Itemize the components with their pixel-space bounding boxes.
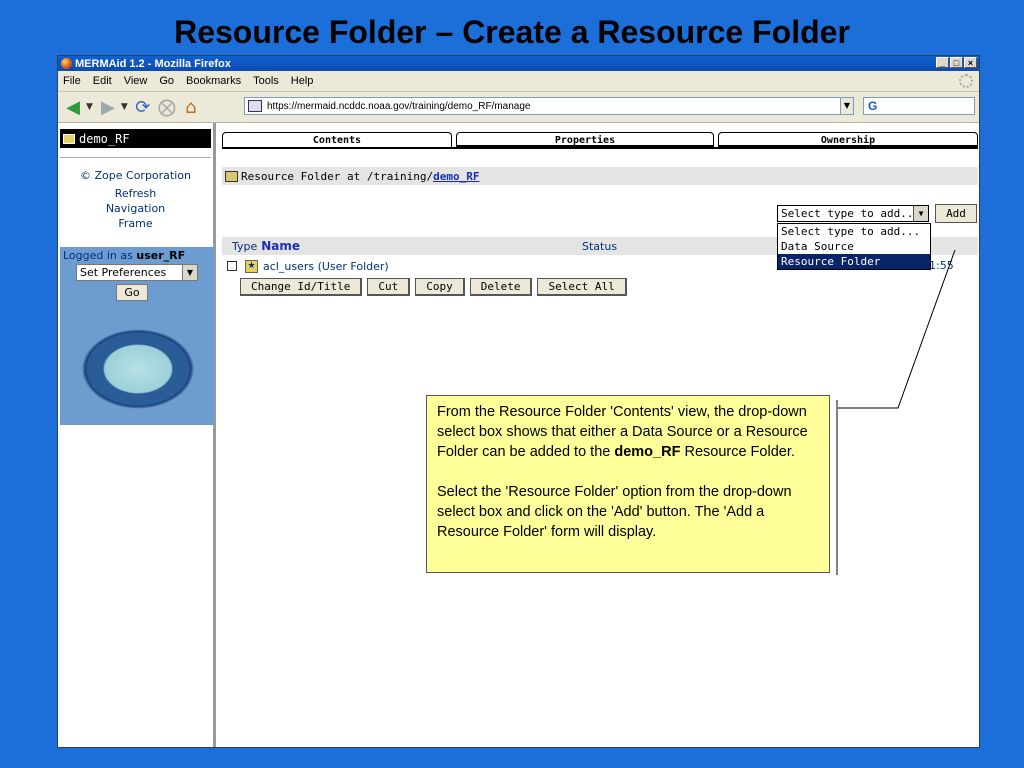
- refresh-line-2: Navigation: [105, 202, 166, 215]
- home-button[interactable]: ⌂: [180, 96, 202, 118]
- forward-dropdown-icon[interactable]: ▼: [121, 102, 128, 112]
- menu-bookmarks[interactable]: Bookmarks: [186, 75, 241, 87]
- back-dropdown-icon[interactable]: ▼: [86, 102, 93, 112]
- window-controls: _ □ ×: [936, 57, 977, 68]
- reload-icon: ⟳: [135, 96, 151, 118]
- preferences-select-value: Set Preferences: [80, 266, 167, 279]
- tab-underline: [222, 147, 978, 149]
- stop-button[interactable]: ⨂: [156, 96, 178, 118]
- refresh-line-1: Refresh: [114, 187, 157, 200]
- tab-bar: Contents Properties Ownership: [222, 132, 978, 148]
- callout-paragraph-1: From the Resource Folder 'Contents' view…: [437, 402, 819, 462]
- back-button[interactable]: ◀: [62, 96, 84, 118]
- callout-paragraph-2: Select the 'Resource Folder' option from…: [437, 484, 792, 540]
- menu-go[interactable]: Go: [159, 75, 174, 87]
- url-text: https://mermaid.ncddc.noaa.gov/training/…: [267, 100, 531, 112]
- left-navigation-frame: demo_RF © Zope Corporation Refresh Navig…: [58, 123, 216, 747]
- user-folder-icon: ★: [245, 259, 258, 273]
- action-buttons: Change Id/Title Cut Copy Delete Select A…: [240, 278, 627, 296]
- option-resource-folder[interactable]: Resource Folder: [778, 254, 930, 269]
- tab-properties[interactable]: Properties: [456, 132, 714, 148]
- select-all-button[interactable]: Select All: [537, 278, 627, 296]
- window-title: MERMAid 1.2 - Mozilla Firefox: [75, 57, 231, 70]
- folder-link[interactable]: demo_RF: [433, 170, 479, 183]
- close-button[interactable]: ×: [964, 57, 977, 68]
- left-folder-name: demo_RF: [79, 131, 130, 146]
- throbber-icon: [959, 74, 973, 88]
- folder-header-prefix: Resource Folder at: [241, 169, 361, 183]
- home-icon: ⌂: [185, 96, 197, 118]
- reload-button[interactable]: ⟳: [132, 96, 154, 118]
- tab-contents[interactable]: Contents: [222, 132, 452, 148]
- back-arrow-icon: ◀: [66, 96, 80, 118]
- url-bar[interactable]: https://mermaid.ncddc.noaa.gov/training/…: [244, 97, 854, 115]
- add-button[interactable]: Add: [935, 204, 977, 223]
- row-checkbox[interactable]: [227, 261, 237, 271]
- option-select-type[interactable]: Select type to add...: [778, 224, 930, 239]
- page-icon: [248, 100, 262, 112]
- preferences-select[interactable]: Set Preferences ▼: [76, 264, 198, 281]
- row-date: 1:55: [929, 259, 954, 272]
- maximize-button[interactable]: □: [950, 57, 963, 68]
- ncddc-seal-logo: [76, 325, 200, 413]
- delete-button[interactable]: Delete: [469, 278, 533, 296]
- menu-view[interactable]: View: [124, 75, 148, 87]
- callout-box: From the Resource Folder 'Contents' view…: [426, 395, 830, 573]
- type-dropdown-list: Select type to add... Data Source Resour…: [777, 223, 931, 270]
- folder-icon: [63, 133, 75, 144]
- chevron-down-icon: ▼: [182, 265, 197, 280]
- divider: [60, 157, 211, 158]
- logged-in-user: user_RF: [136, 249, 186, 262]
- stop-icon: ⨂: [157, 96, 176, 118]
- navigation-toolbar: ◀ ▼ ▶ ▼ ⟳ ⨂ ⌂ https://mermaid.ncddc.noaa…: [58, 92, 979, 123]
- chevron-down-icon: ▼: [913, 206, 928, 221]
- folder-header: Resource Folder at /training/demo_RF: [222, 167, 978, 185]
- resource-folder-icon: [225, 170, 238, 182]
- search-engine-icon: G: [868, 99, 878, 113]
- forward-button[interactable]: ▶: [97, 96, 119, 118]
- refresh-navigation-link[interactable]: Refresh Navigation Frame: [58, 186, 213, 231]
- zope-link[interactable]: © Zope Corporation: [58, 168, 213, 183]
- row-name-link[interactable]: acl_users (User Folder): [263, 260, 389, 273]
- firefox-icon: [61, 58, 72, 69]
- left-folder-bar[interactable]: demo_RF: [60, 129, 211, 148]
- tab-ownership[interactable]: Ownership: [718, 132, 978, 148]
- menu-help[interactable]: Help: [291, 75, 314, 87]
- type-select[interactable]: Select type to add... ▼: [777, 205, 929, 222]
- list-item: ★ acl_users (User Folder): [227, 258, 389, 274]
- logged-in-text: Logged in as user_RF: [60, 247, 214, 264]
- copy-button[interactable]: Copy: [415, 278, 465, 296]
- search-box[interactable]: G: [863, 97, 975, 115]
- folder-header-path: /training/: [366, 169, 434, 183]
- callout-p1-bold: demo_RF: [614, 444, 681, 460]
- logged-in-prefix: Logged in as: [63, 249, 133, 262]
- menu-file[interactable]: File: [63, 75, 81, 87]
- menu-edit[interactable]: Edit: [93, 75, 112, 87]
- refresh-line-3: Frame: [118, 217, 153, 230]
- type-select-value: Select type to add...: [781, 207, 921, 220]
- change-id-title-button[interactable]: Change Id/Title: [240, 278, 363, 296]
- menu-tools[interactable]: Tools: [253, 75, 279, 87]
- menu-bar: File Edit View Go Bookmarks Tools Help: [58, 71, 979, 92]
- column-type[interactable]: Type: [232, 240, 257, 253]
- callout-p1-end: Resource Folder.: [680, 444, 795, 460]
- go-button[interactable]: Go: [116, 284, 148, 301]
- window-titlebar: MERMAid 1.2 - Mozilla Firefox _ □ ×: [58, 56, 979, 71]
- option-data-source[interactable]: Data Source: [778, 239, 930, 254]
- column-name[interactable]: Name: [261, 239, 300, 253]
- forward-arrow-icon: ▶: [101, 96, 115, 118]
- minimize-button[interactable]: _: [936, 57, 949, 68]
- cut-button[interactable]: Cut: [367, 278, 411, 296]
- column-status[interactable]: Status: [582, 240, 617, 253]
- url-dropdown-icon[interactable]: ▼: [840, 97, 854, 115]
- slide-title: Resource Folder – Create a Resource Fold…: [174, 14, 850, 50]
- user-panel: Logged in as user_RF Set Preferences ▼ G…: [60, 247, 214, 425]
